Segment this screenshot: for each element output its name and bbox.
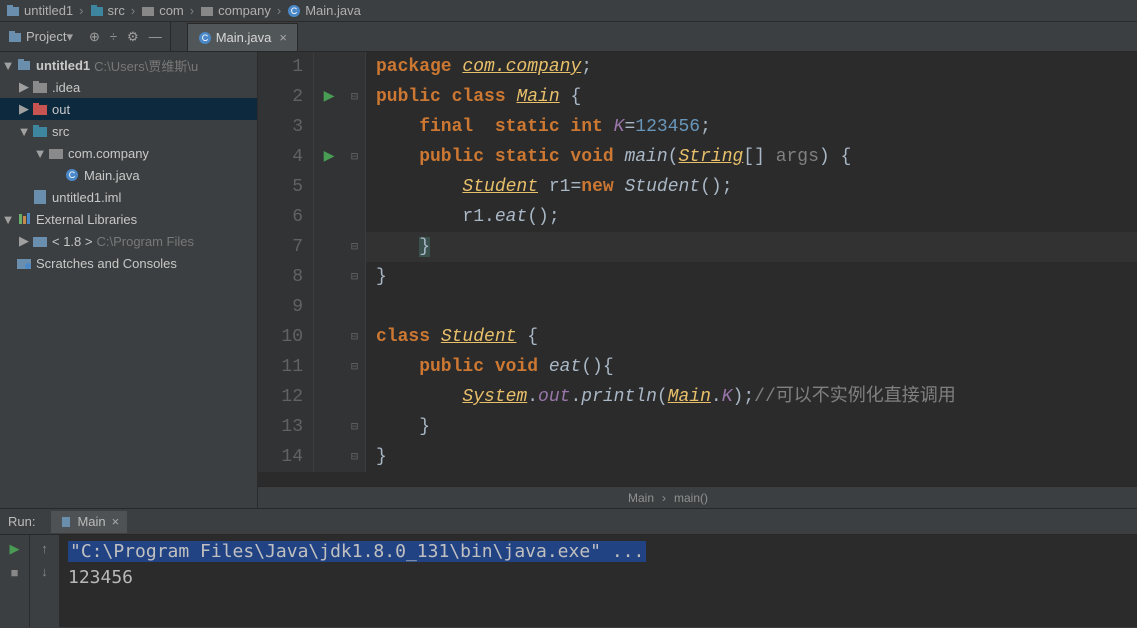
line-number[interactable]: 12 — [258, 382, 314, 412]
editor-tabs: C Main.java × — [187, 22, 298, 51]
up-arrow-icon[interactable]: ↑ — [41, 541, 48, 556]
line-number[interactable]: 4 — [258, 142, 314, 172]
close-icon[interactable]: × — [279, 30, 287, 45]
rerun-icon[interactable]: ▶ — [10, 541, 20, 557]
chevron-right-icon: › — [186, 3, 198, 18]
project-tree[interactable]: ▼untitled1 C:\Users\贾维斯\u ▶.idea ▶out ▼s… — [0, 52, 258, 508]
editor-crumb-method[interactable]: main() — [674, 491, 708, 505]
tree-iml[interactable]: untitled1.iml — [0, 186, 257, 208]
line-number[interactable]: 10 — [258, 322, 314, 352]
target-icon[interactable]: ⊕ — [89, 29, 100, 45]
editor-crumb-class[interactable]: Main — [628, 491, 654, 505]
line-number[interactable]: 5 — [258, 172, 314, 202]
svg-text:C: C — [201, 33, 208, 43]
crumb-project[interactable]: untitled1 — [4, 3, 75, 18]
project-tool-label[interactable]: Project▾ — [0, 29, 81, 45]
hide-icon[interactable]: — — [149, 29, 162, 44]
collapse-icon[interactable]: ÷ — [110, 29, 117, 44]
line-number[interactable]: 9 — [258, 292, 314, 322]
down-arrow-icon[interactable]: ↓ — [41, 564, 48, 579]
line-number[interactable]: 6 — [258, 202, 314, 232]
line-number[interactable]: 11 — [258, 352, 314, 382]
chevron-right-icon: › — [273, 3, 285, 18]
tree-src[interactable]: ▼src — [0, 120, 257, 142]
line-number[interactable]: 2 — [258, 82, 314, 112]
tree-out[interactable]: ▶out — [0, 98, 257, 120]
line-number[interactable]: 1 — [258, 52, 314, 82]
tab-main-java[interactable]: C Main.java × — [187, 23, 298, 51]
tree-root[interactable]: ▼untitled1 C:\Users\贾维斯\u — [0, 54, 257, 76]
stop-icon[interactable]: ■ — [11, 565, 19, 580]
tree-jdk[interactable]: ▶< 1.8 > C:\Program Files — [0, 230, 257, 252]
run-gutter-icon[interactable]: ▶ — [324, 142, 335, 172]
tree-pkg[interactable]: ▼com.company — [0, 142, 257, 164]
crumb-file[interactable]: CMain.java — [285, 3, 363, 18]
svg-text:C: C — [291, 6, 298, 16]
gear-icon[interactable]: ⚙ — [127, 29, 139, 45]
editor[interactable]: 1package com.company; 2▶⊟public class Ma… — [258, 52, 1137, 508]
crumb-com[interactable]: com — [139, 3, 186, 18]
chevron-right-icon: › — [75, 3, 87, 18]
line-number[interactable]: 3 — [258, 112, 314, 142]
line-number[interactable]: 8 — [258, 262, 314, 292]
svg-text:C: C — [69, 170, 76, 180]
crumb-src[interactable]: src — [88, 3, 127, 18]
run-tab[interactable]: Main × — [51, 511, 127, 533]
line-number[interactable]: 13 — [258, 412, 314, 442]
run-panel: Run: Main × ▶ ■ ↑ ↓ "C:\Program Files\Ja… — [0, 508, 1137, 628]
run-title: Run: — [8, 514, 35, 529]
chevron-right-icon: › — [127, 3, 139, 18]
tree-ext[interactable]: ▼External Libraries — [0, 208, 257, 230]
crumb-company[interactable]: company — [198, 3, 273, 18]
breadcrumb: untitled1 › src › com › company › CMain.… — [0, 0, 1137, 22]
tree-file-main[interactable]: CMain.java — [0, 164, 257, 186]
line-number[interactable]: 14 — [258, 442, 314, 472]
console-output[interactable]: "C:\Program Files\Java\jdk1.8.0_131\bin\… — [60, 535, 1137, 627]
editor-breadcrumb: Main › main() — [258, 486, 1137, 508]
tree-scratches[interactable]: Scratches and Consoles — [0, 252, 257, 274]
line-number[interactable]: 7 — [258, 232, 314, 262]
toolbar: Project▾ ⊕ ÷ ⚙ — C Main.java × — [0, 22, 1137, 52]
close-icon[interactable]: × — [112, 514, 120, 529]
tree-idea[interactable]: ▶.idea — [0, 76, 257, 98]
run-gutter-icon[interactable]: ▶ — [324, 82, 335, 112]
